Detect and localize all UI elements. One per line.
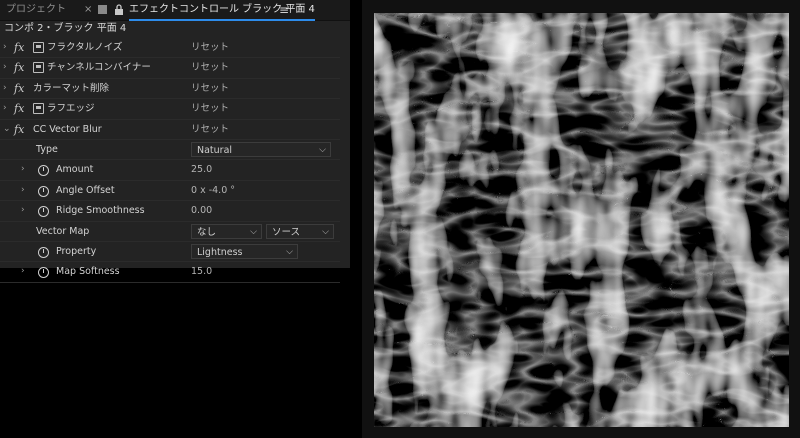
chevron-right-icon[interactable]: › xyxy=(21,181,25,200)
fx-toggle-icon[interactable]: fx xyxy=(14,79,24,98)
param-label: Map Softness xyxy=(56,266,120,278)
param-label: Type xyxy=(36,143,58,155)
param-row-map-softness: › Map Softness 15.0 xyxy=(0,262,340,283)
effect-name: カラーマット削除 xyxy=(33,82,110,94)
ridge-smoothness-value[interactable]: 0.00 xyxy=(191,201,212,220)
stop-icon[interactable] xyxy=(98,5,107,14)
param-row-amount: › Amount 25.0 xyxy=(0,160,340,181)
chevron-right-icon[interactable]: › xyxy=(3,79,7,98)
param-label: Amount xyxy=(56,164,94,176)
panel-menu-icon[interactable]: ≡ xyxy=(279,0,289,20)
reset-button[interactable]: リセット xyxy=(191,38,229,57)
dropdown-value: Lightness xyxy=(197,246,243,258)
fx-toggle-icon[interactable]: fx xyxy=(14,38,24,57)
effect-list: › fx フラクタルノイズ リセット › fx チャンネルコンバイナー リセット… xyxy=(0,38,340,283)
stopwatch-icon[interactable] xyxy=(38,267,49,279)
composition-preview-image xyxy=(374,13,789,427)
preview-vein-layer xyxy=(374,13,789,427)
effect-controls-panel: プロジェクト × エフェクトコントロール ブラック 平面 4 ≡ コンポ 2・ブ… xyxy=(0,0,350,283)
tab-project[interactable]: プロジェクト xyxy=(6,0,66,20)
fx-toggle-icon[interactable]: fx xyxy=(14,99,24,118)
param-label: Ridge Smoothness xyxy=(56,205,145,217)
fx-toggle-icon[interactable]: fx xyxy=(14,58,24,77)
reset-button[interactable]: リセット xyxy=(191,120,229,139)
dropdown-value: Natural xyxy=(197,144,233,156)
map-softness-value[interactable]: 15.0 xyxy=(191,262,212,281)
param-row-property: Property Lightness ⌵ xyxy=(0,242,340,263)
stopwatch-icon[interactable] xyxy=(38,165,49,177)
effect-row-cc-vector-blur[interactable]: ⌄ fx CC Vector Blur リセット xyxy=(0,120,340,140)
param-label: Property xyxy=(56,245,97,257)
vector-map-source-dropdown[interactable]: ソース ⌵ xyxy=(266,223,334,239)
chevron-down-icon: ⌵ xyxy=(322,226,329,237)
composition-viewer[interactable] xyxy=(362,0,800,438)
effect-row-channel-combiner[interactable]: › fx チャンネルコンバイナー リセット xyxy=(0,58,340,79)
reset-button[interactable]: リセット xyxy=(191,99,229,118)
chevron-down-icon: ⌵ xyxy=(286,246,293,257)
dropdown-value: ソース xyxy=(272,226,301,238)
chevron-down-icon: ⌵ xyxy=(250,226,257,237)
chevron-down-icon[interactable]: ⌄ xyxy=(3,120,11,139)
param-row-vector-map: Vector Map なし ⌵ ソース ⌵ xyxy=(0,222,340,242)
param-row-type: Type Natural ⌵ xyxy=(0,140,340,161)
close-tab-button[interactable]: × xyxy=(84,0,92,20)
effect-row-rough-edges[interactable]: › fx ラフエッジ リセット xyxy=(0,99,340,120)
amount-value[interactable]: 25.0 xyxy=(191,160,212,179)
panel-tab-bar: プロジェクト × エフェクトコントロール ブラック 平面 4 ≡ xyxy=(0,0,350,21)
lock-icon[interactable] xyxy=(114,4,124,15)
effect-badge-icon xyxy=(33,103,44,115)
chevron-right-icon[interactable]: › xyxy=(3,58,7,77)
effect-name: フラクタルノイズ xyxy=(47,42,123,53)
param-label: Vector Map xyxy=(36,225,90,237)
reset-button[interactable]: リセット xyxy=(191,79,229,98)
chevron-right-icon[interactable]: › xyxy=(21,262,25,281)
reset-button[interactable]: リセット xyxy=(191,58,229,77)
param-row-angle-offset: › Angle Offset 0 x -4.0 ° xyxy=(0,181,340,202)
param-row-ridge-smoothness: › Ridge Smoothness 0.00 xyxy=(0,201,340,222)
angle-offset-value[interactable]: 0 x -4.0 ° xyxy=(191,181,235,200)
chevron-right-icon[interactable]: › xyxy=(3,99,7,118)
effect-row-fractal-noise[interactable]: › fx フラクタルノイズ リセット xyxy=(0,38,340,59)
dropdown-value: なし xyxy=(197,226,217,238)
effect-badge-icon xyxy=(33,62,44,74)
breadcrumb: コンポ 2・ブラック 平面 4 xyxy=(4,23,127,34)
stopwatch-icon[interactable] xyxy=(38,185,49,197)
effect-name: ラフエッジ xyxy=(47,103,95,115)
chevron-right-icon[interactable]: › xyxy=(3,38,7,57)
chevron-down-icon: ⌵ xyxy=(319,144,326,155)
chevron-right-icon[interactable]: › xyxy=(21,160,25,179)
effect-name: CC Vector Blur xyxy=(33,123,102,135)
effect-name: チャンネルコンバイナー xyxy=(47,62,151,74)
property-dropdown[interactable]: Lightness ⌵ xyxy=(191,243,298,259)
type-dropdown[interactable]: Natural ⌵ xyxy=(191,141,331,157)
chevron-right-icon[interactable]: › xyxy=(21,201,25,220)
vector-map-layer-dropdown[interactable]: なし ⌵ xyxy=(191,223,262,239)
stopwatch-icon[interactable] xyxy=(38,206,49,218)
fx-toggle-icon[interactable]: fx xyxy=(14,120,24,139)
param-label: Angle Offset xyxy=(56,184,115,196)
stopwatch-icon[interactable] xyxy=(38,246,49,258)
effect-badge-icon xyxy=(33,42,44,53)
effect-row-color-matte[interactable]: › fx カラーマット削除 リセット xyxy=(0,79,340,100)
